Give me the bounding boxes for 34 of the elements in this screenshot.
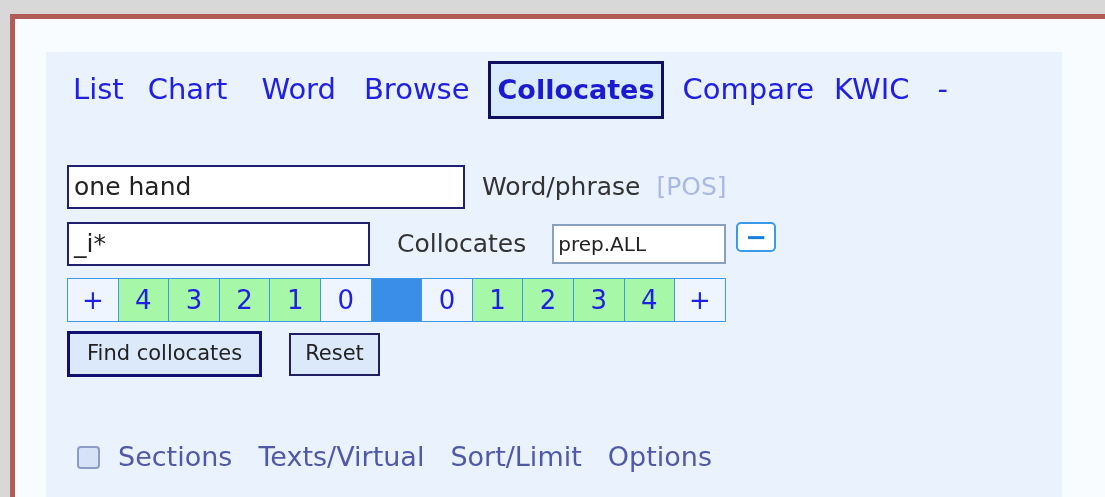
find-button[interactable]: Find collocates bbox=[67, 331, 263, 377]
span-slot[interactable]: 3 bbox=[168, 278, 220, 322]
span-slot[interactable]: 2 bbox=[218, 278, 271, 322]
span-slot[interactable]: 3 bbox=[572, 278, 625, 322]
reset-button[interactable]: Reset bbox=[289, 332, 380, 376]
word-field[interactable]: one hand bbox=[67, 165, 465, 209]
nav-tab[interactable]: Compare bbox=[680, 68, 817, 112]
collocates-label: Collocates bbox=[397, 228, 527, 261]
checkbox[interactable] bbox=[77, 445, 100, 469]
span-slot[interactable]: 2 bbox=[522, 278, 574, 322]
option-link[interactable]: Sections bbox=[118, 437, 233, 478]
nav-tab[interactable]: Word bbox=[259, 68, 338, 112]
nav-tab[interactable]: - bbox=[935, 68, 950, 112]
span-slot[interactable]: 0 bbox=[319, 278, 372, 322]
span-slot[interactable]: 0 bbox=[421, 278, 473, 322]
span-slot[interactable]: + bbox=[67, 278, 119, 322]
nav-tab[interactable]: Browse bbox=[361, 68, 472, 112]
nav-tab[interactable]: KWIC bbox=[832, 68, 912, 112]
node-slot bbox=[370, 278, 423, 322]
span-slot[interactable]: 1 bbox=[269, 278, 321, 322]
pos-field[interactable]: prep.ALL bbox=[552, 224, 727, 264]
option-link[interactable]: Texts/Virtual bbox=[258, 437, 425, 478]
span-slot[interactable]: 4 bbox=[623, 278, 676, 322]
collapse-button[interactable]: − bbox=[736, 222, 777, 252]
span-slot[interactable]: 4 bbox=[117, 278, 170, 322]
nav-tab[interactable]: List bbox=[71, 68, 126, 112]
span-slot[interactable]: 1 bbox=[471, 278, 524, 322]
nav-tab[interactable]: Chart bbox=[145, 68, 230, 112]
nav-tab[interactable]: Collocates bbox=[487, 60, 665, 120]
collocate-field[interactable]: _i* bbox=[67, 222, 370, 266]
option-link[interactable]: Options bbox=[607, 437, 712, 478]
option-link[interactable]: Sort/Limit bbox=[450, 437, 582, 478]
span-slot[interactable]: + bbox=[674, 278, 726, 322]
word-label: Word/phrase bbox=[482, 171, 641, 204]
